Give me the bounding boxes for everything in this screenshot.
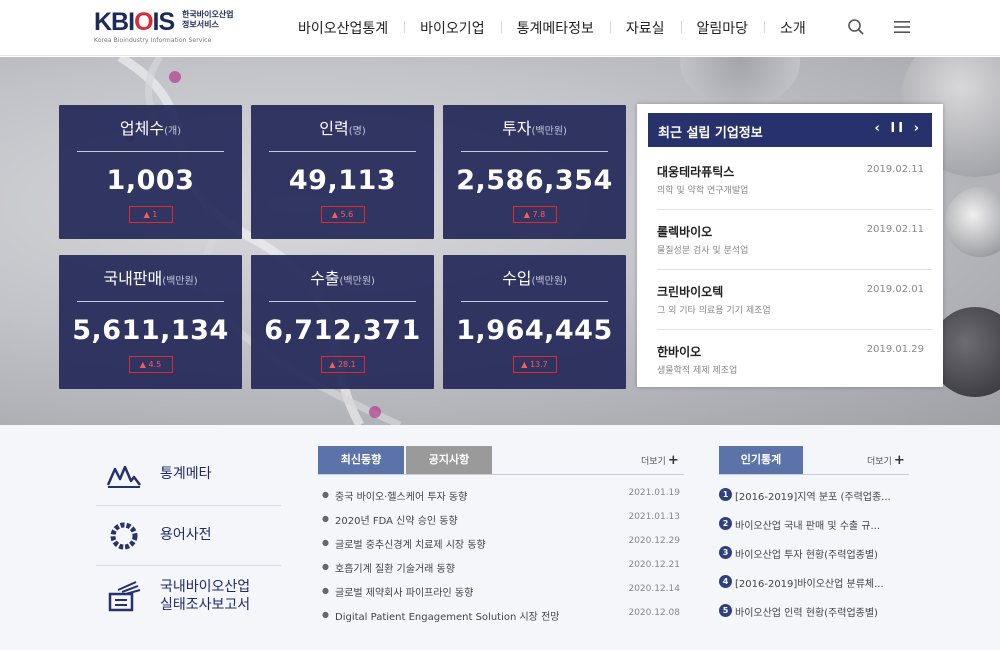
nav-bio-statistics[interactable]: 바이오산업통계 <box>282 18 404 38</box>
divider <box>77 151 224 152</box>
stat-change-badge: ▲ 7.8 <box>512 206 557 223</box>
stat-title: 투자(백만원) <box>502 119 567 138</box>
news-item[interactable]: ● 글로벌 중추신경계 치료제 시장 동향 2020.12.29 <box>322 533 684 557</box>
stat-title: 인력(명) <box>319 119 366 138</box>
stat-value: 6,712,371 <box>264 315 421 346</box>
bullet-icon: ● <box>322 514 329 523</box>
news-item[interactable]: ● 2020년 FDA 신약 승인 동향 2021.01.13 <box>322 509 684 533</box>
report-icon <box>108 581 141 612</box>
news-item[interactable]: ● 호흡기계 질환 기술거래 동향 2020.12.21 <box>322 557 684 581</box>
plus-icon: + <box>893 453 905 468</box>
stat-card-exports[interactable]: 수출(백만원) 6,712,371 ▲ 28.1 <box>251 255 434 389</box>
nav-about[interactable]: 소개 <box>764 18 822 38</box>
stat-change-badge: ▲ 5.6 <box>320 206 365 223</box>
popular-stat-item[interactable]: 5 바이오산업 인력 현황(주력업종별) <box>719 602 909 626</box>
tab-popular-statistics[interactable]: 인기통계 <box>719 446 803 474</box>
divider <box>269 151 416 152</box>
news-item[interactable]: ● 중국 바이오·헬스케어 투자 동향 2021.01.19 <box>322 485 684 509</box>
up-arrow-icon: ▲ <box>521 360 530 369</box>
stat-value: 1,003 <box>106 165 195 196</box>
recent-companies-header: 최근 설립 기업정보 ‹ II › <box>648 113 932 147</box>
stat-card-investment[interactable]: 투자(백만원) 2,586,354 ▲ 7.8 <box>443 105 626 239</box>
tab-latest-trends[interactable]: 최신동향 <box>318 446 404 474</box>
up-arrow-icon: ▲ <box>143 210 153 219</box>
quick-link-survey-report[interactable]: 국내바이오산업 실태조사보고서 <box>96 565 281 625</box>
nav-statistics-meta[interactable]: 통계메타정보 <box>500 18 610 38</box>
quick-link-statistics-meta[interactable]: 통계메타 <box>96 445 281 505</box>
divider <box>719 474 909 475</box>
divider <box>461 151 608 152</box>
divider <box>269 301 416 302</box>
stat-change-badge: ▲ 1 <box>128 206 173 223</box>
search-icon[interactable] <box>845 16 867 38</box>
bullet-icon: ● <box>322 538 329 547</box>
site-header: KBIOIS 한국바이오산업 정보서비스 Korea Bioindustry In… <box>0 0 1000 56</box>
popular-more-link[interactable]: 더보기 + <box>867 453 905 468</box>
company-item[interactable]: 한바이오 생물학적 제제 제조업 2019.01.29 <box>657 330 932 390</box>
stat-title: 국내판매(백만원) <box>103 269 198 288</box>
bullet-icon: ● <box>322 490 329 499</box>
site-logo[interactable]: KBIOIS 한국바이오산업 정보서비스 Korea Bioindustry In… <box>94 7 254 49</box>
popular-stat-item[interactable]: 3 바이오산업 투자 현황(주력업종별) <box>719 544 909 568</box>
stat-change-badge: ▲ 13.7 <box>512 356 557 373</box>
popular-stat-item[interactable]: 2 바이오산업 국내 판매 및 수출 규... <box>719 515 909 539</box>
divider <box>461 301 608 302</box>
quick-link-glossary[interactable]: 용어사전 <box>96 505 281 565</box>
bullet-icon: ● <box>322 610 329 619</box>
company-item[interactable]: 대웅테라퓨틱스 의학 및 약학 연구개발업 2019.02.11 <box>657 150 932 210</box>
stat-card-companies[interactable]: 업체수(개) 1,003 ▲ 1 <box>59 105 242 239</box>
tab-notices[interactable]: 공지사항 <box>406 446 492 474</box>
chart-mountain-icon <box>106 465 141 488</box>
logo-korean-name: 한국바이오산업 정보서비스 <box>182 10 234 29</box>
news-more-link[interactable]: 더보기 + <box>641 453 679 468</box>
stat-card-domestic-sales[interactable]: 국내판매(백만원) 5,611,134 ▲ 4.5 <box>59 255 242 389</box>
background-molecule <box>680 57 800 107</box>
stat-change-badge: ▲ 28.1 <box>320 356 365 373</box>
bottom-section: 통계메타 용어사전 국내바이오산업 실태조사보고서 최신동향 공지사항 더보기 +… <box>0 425 1000 650</box>
up-arrow-icon: ▲ <box>329 360 338 369</box>
popular-stat-item[interactable]: 4 [2016-2019]바이오산업 분류체... <box>719 573 909 597</box>
recent-companies-title: 최근 설립 기업정보 <box>658 126 763 141</box>
nav-bio-companies[interactable]: 바이오기업 <box>404 18 500 38</box>
news-item[interactable]: ● Digital Patient Engagement Solution 시장 … <box>322 605 684 629</box>
stat-card-imports[interactable]: 수입(백만원) 1,964,445 ▲ 13.7 <box>443 255 626 389</box>
logo-english-name: Korea Bioindustry Information Service <box>94 37 212 44</box>
stat-title: 수출(백만원) <box>310 269 375 288</box>
nav-library[interactable]: 자료실 <box>609 18 681 38</box>
plus-icon: + <box>667 453 679 468</box>
stat-value: 2,586,354 <box>456 165 613 196</box>
stat-value: 49,113 <box>288 165 397 196</box>
logo-wordmark: KBIOIS <box>94 8 175 36</box>
news-item[interactable]: ● 글로벌 제약회사 파이프라인 동향 2020.12.14 <box>322 581 684 605</box>
recent-companies-panel: 최근 설립 기업정보 ‹ II › 대웅테라퓨틱스 의학 및 약학 연구개발업 … <box>637 104 943 387</box>
hero-banner: 업체수(개) 1,003 ▲ 1 인력(명) 49,113 ▲ 5.6 투자(백… <box>0 57 1000 425</box>
background-molecule <box>945 187 1000 257</box>
carousel-controls[interactable]: ‹ II › <box>875 121 922 136</box>
stat-value: 1,964,445 <box>456 315 613 346</box>
bullet-icon: ● <box>322 586 329 595</box>
bullet-icon: ● <box>322 562 329 571</box>
nav-notices[interactable]: 알림마당 <box>680 18 765 38</box>
menu-icon[interactable] <box>891 16 913 38</box>
stat-title: 수입(백만원) <box>502 269 567 288</box>
stat-card-workforce[interactable]: 인력(명) 49,113 ▲ 5.6 <box>251 105 434 239</box>
divider <box>318 474 684 475</box>
stat-value: 5,611,134 <box>72 315 229 346</box>
ring-icon <box>110 522 138 550</box>
company-item[interactable]: 롤렉바이오 물질성분 검사 및 분석업 2019.02.11 <box>657 210 932 270</box>
divider <box>77 301 224 302</box>
main-nav: 바이오산업통계 바이오기업 통계메타정보 자료실 알림마당 소개 <box>282 0 822 56</box>
stat-title: 업체수(개) <box>119 119 182 138</box>
company-item[interactable]: 크린바이오텍 그 외 기타 의료용 기기 제조업 2019.02.01 <box>657 270 932 330</box>
popular-stat-item[interactable]: 1 [2016-2019]지역 분포 (주력업종... <box>719 486 909 510</box>
stat-change-badge: ▲ 4.5 <box>128 356 173 373</box>
